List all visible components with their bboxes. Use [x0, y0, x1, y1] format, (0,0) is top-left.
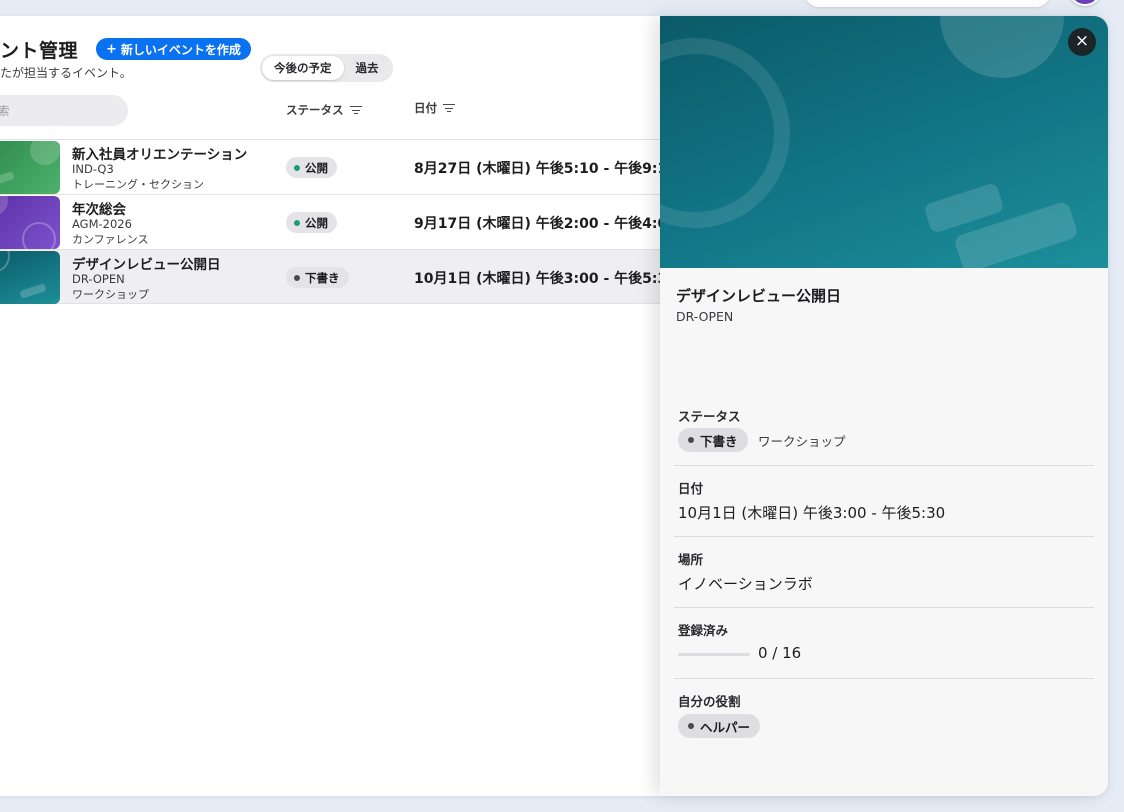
registered-value: 0 / 16: [758, 644, 802, 662]
location-value: イノベーションラボ: [678, 575, 813, 593]
event-code: DR-OPEN: [72, 272, 125, 286]
role-dot-icon: [688, 723, 694, 729]
detail-role-section: 自分の役割 ヘルパー: [674, 679, 1094, 759]
event-date: 10月1日 (木曜日) 午後3:00 - 午後5:3: [414, 271, 668, 287]
registration-progress-bar: [678, 653, 750, 656]
column-status-label: ステータス: [286, 103, 344, 117]
column-header-date[interactable]: 日付: [414, 100, 455, 116]
status-label: ステータス: [678, 409, 741, 424]
detail-code: DR-OPEN: [676, 309, 734, 324]
event-type: ワークショップ: [72, 288, 149, 301]
event-thumbnail: [0, 141, 60, 194]
status-badge: 公開: [286, 157, 337, 178]
detail-date-section: 日付 10月1日 (木曜日) 午後3:00 - 午後5:30: [674, 466, 1094, 537]
role-label: 自分の役割: [678, 694, 741, 709]
event-type: トレーニング・セクション: [72, 178, 204, 191]
detail-location-section: 場所 イノベーションラボ: [674, 537, 1094, 608]
event-hero-image: ×: [660, 16, 1108, 268]
role-text: ヘルパー: [700, 719, 751, 735]
event-code: IND-Q3: [72, 162, 114, 176]
event-date: 9月17日 (木曜日) 午後2:00 - 午後4:0: [414, 216, 668, 232]
event-thumbnail: [0, 196, 60, 249]
status-dot-icon: [294, 219, 300, 226]
detail-registered-section: 登録済み 0 / 16: [674, 608, 1094, 679]
role-badge: ヘルパー: [678, 714, 761, 738]
segment-past[interactable]: 過去: [344, 56, 391, 80]
status-badge: 下書き: [286, 267, 349, 288]
status-dot-icon: [688, 437, 694, 443]
status-text: 下書き: [700, 433, 738, 449]
status-dot-icon: [294, 274, 300, 281]
date-value: 10月1日 (木曜日) 午後3:00 - 午後5:30: [678, 504, 946, 522]
detail-title: デザインレビュー公開日: [676, 287, 842, 305]
segment-upcoming[interactable]: 今後の予定: [262, 56, 344, 80]
event-name: 新入社員オリエンテーション: [72, 147, 248, 163]
status-badge: 公開: [286, 212, 337, 233]
event-detail-panel: × デザインレビュー公開日 DR-OPEN ステータス 下書き ワークショップ …: [660, 16, 1108, 796]
status-text: 公開: [305, 215, 328, 230]
user-avatar[interactable]: [1068, 0, 1102, 6]
status-badge: 下書き: [678, 428, 748, 452]
detail-status-section: ステータス 下書き ワークショップ: [674, 400, 1094, 466]
location-label: 場所: [678, 552, 704, 567]
plus-icon: +: [106, 41, 117, 57]
event-type: カンファレンス: [72, 233, 149, 246]
search-placeholder: 索: [0, 103, 10, 118]
close-icon[interactable]: ×: [1068, 28, 1096, 56]
global-search-input[interactable]: [805, 0, 1050, 7]
page-subtitle: たが担当するイベント。: [0, 66, 132, 80]
event-thumbnail: [0, 251, 60, 304]
event-type: ワークショップ: [758, 434, 846, 449]
filter-icon: [349, 105, 362, 115]
create-event-label: 新しいイベントを作成: [120, 42, 241, 57]
table-row[interactable]: 新入社員オリエンテーション IND-Q3 トレーニング・セクション 公開 8月2…: [0, 139, 676, 194]
date-label: 日付: [678, 481, 704, 496]
event-date: 8月27日 (木曜日) 午後5:10 - 午後9:1: [414, 161, 668, 177]
event-name: 年次総会: [72, 202, 126, 218]
event-name: デザインレビュー公開日: [72, 257, 221, 273]
column-header-status[interactable]: ステータス: [286, 102, 362, 118]
event-search-input[interactable]: 索: [0, 95, 128, 126]
status-text: 下書き: [305, 270, 340, 285]
status-dot-icon: [294, 164, 300, 171]
filter-icon: [443, 103, 455, 113]
time-filter-segmented-control: 今後の予定 過去: [260, 54, 393, 82]
events-table: 新入社員オリエンテーション IND-Q3 トレーニング・セクション 公開 8月2…: [0, 139, 676, 304]
page-header: ント管理 + 新しいイベントを作成 たが担当するイベント。 今後の予定 過去: [0, 26, 660, 86]
table-row-selected[interactable]: デザインレビュー公開日 DR-OPEN ワークショップ 下書き 10月1日 (木…: [0, 249, 676, 304]
registered-label: 登録済み: [678, 623, 729, 638]
status-text: 公開: [305, 160, 328, 175]
table-row[interactable]: 年次総会 AGM-2026 カンファレンス 公開 9月17日 (木曜日) 午後2…: [0, 194, 676, 249]
create-event-button[interactable]: + 新しいイベントを作成: [96, 38, 251, 60]
page-title: ント管理: [0, 40, 79, 62]
event-code: AGM-2026: [72, 217, 132, 231]
column-date-label: 日付: [414, 101, 437, 115]
